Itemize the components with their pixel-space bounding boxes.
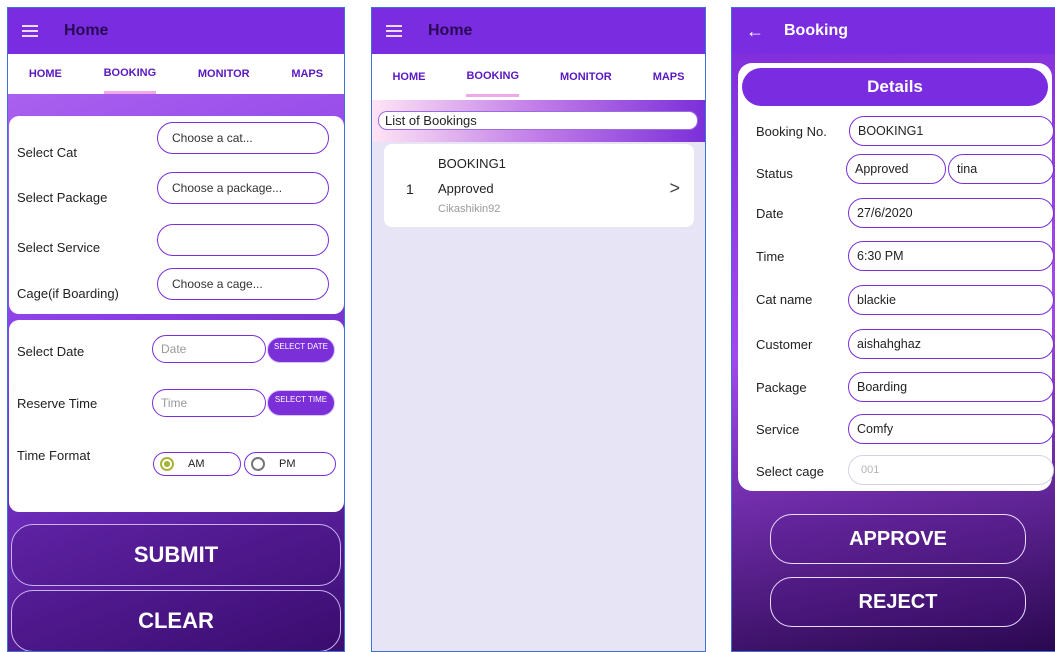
submit-button[interactable]: SUBMIT (11, 524, 341, 586)
radio-unselected-icon (251, 457, 265, 471)
app-bar-title: Home (428, 22, 473, 39)
cage-label: Cage(if Boarding) (17, 286, 119, 301)
approve-button[interactable]: APPROVE (770, 514, 1026, 564)
select-service-label: Select Service (17, 240, 101, 255)
tab-home[interactable]: HOME (392, 59, 425, 95)
time-input[interactable]: Time (152, 389, 266, 417)
reject-button[interactable]: REJECT (770, 577, 1026, 627)
time-field[interactable]: 6:30 PM (848, 241, 1054, 271)
status-field[interactable]: Approved (846, 154, 946, 184)
select-package-label: Select Package (17, 190, 108, 205)
select-date-button[interactable]: SELECT DATE (267, 337, 335, 363)
pm-label: PM (279, 458, 296, 470)
tab-maps[interactable]: MAPS (291, 56, 323, 92)
details-card: Details Booking No. BOOKING1 Status Appr… (738, 63, 1054, 491)
app-bar: Home (8, 8, 344, 54)
app-bar-title: Home (64, 22, 109, 39)
tab-maps[interactable]: MAPS (653, 59, 685, 95)
select-time-button[interactable]: SELECT TIME (267, 390, 335, 416)
cat-dropdown[interactable]: Choose a cat... (157, 122, 329, 154)
tab-booking[interactable]: BOOKING (466, 58, 520, 97)
chevron-right-icon: > (669, 178, 680, 198)
service-label: Service (756, 422, 800, 437)
booking-details-screen: ← Booking Details Booking No. BOOKING1 S… (731, 7, 1055, 652)
menu-icon[interactable] (22, 22, 38, 40)
booking-list-screen: Home HOME BOOKING MONITOR MAPS List of B… (371, 7, 706, 652)
am-label: AM (188, 458, 205, 470)
booking-index: 1 (406, 181, 414, 197)
customer-label: Customer (756, 337, 813, 352)
package-label: Package (756, 380, 807, 395)
details-title: Details (742, 68, 1048, 106)
tab-monitor[interactable]: MONITOR (198, 56, 250, 92)
booking-status: Approved (438, 181, 494, 196)
selection-card: Select Cat Choose a cat... Select Packag… (9, 116, 344, 314)
select-cage-label: Select cage (756, 464, 824, 479)
booking-no-label: Booking No. (756, 124, 827, 139)
list-item[interactable]: 1 BOOKING1 Approved Cikashikin92 > (384, 144, 694, 227)
reserve-time-label: Reserve Time (17, 396, 98, 411)
date-input[interactable]: Date (152, 335, 266, 363)
menu-icon[interactable] (386, 22, 402, 40)
clear-button[interactable]: CLEAR (11, 590, 341, 651)
package-field[interactable]: Boarding (848, 372, 1054, 402)
booking-number: BOOKING1 (438, 156, 506, 171)
list-header: List of Bookings (378, 111, 698, 130)
customer-field[interactable]: aishahghaz (848, 329, 1054, 359)
cat-name-label: Cat name (756, 292, 813, 307)
booking-form-screen: Home HOME BOOKING MONITOR MAPS Select Ca… (7, 7, 345, 652)
tab-bar: HOME BOOKING MONITOR MAPS (372, 54, 705, 100)
tab-monitor[interactable]: MONITOR (560, 59, 612, 95)
select-cat-label: Select Cat (17, 145, 77, 160)
time-format-label: Time Format (17, 448, 91, 463)
tab-bar: HOME BOOKING MONITOR MAPS (8, 54, 344, 94)
cat-name-field[interactable]: blackie (848, 285, 1054, 315)
package-dropdown[interactable]: Choose a package... (157, 172, 329, 204)
cage-dropdown[interactable]: Choose a cage... (157, 268, 329, 300)
staff-field[interactable]: tina (948, 154, 1054, 184)
radio-selected-icon (160, 457, 174, 471)
service-field[interactable]: Comfy (848, 414, 1054, 444)
time-label: Time (756, 249, 785, 264)
select-date-label: Select Date (17, 344, 85, 359)
date-field[interactable]: 27/6/2020 (848, 198, 1054, 228)
app-bar: ← Booking (732, 8, 1055, 54)
date-label: Date (756, 206, 784, 221)
tab-booking[interactable]: BOOKING (103, 55, 157, 94)
app-bar-title: Booking (784, 22, 848, 39)
app-bar: Home (372, 8, 705, 54)
service-dropdown[interactable] (157, 224, 329, 256)
tab-home[interactable]: HOME (29, 56, 62, 92)
schedule-card: Select Date Date SELECT DATE Reserve Tim… (9, 320, 344, 512)
am-radio[interactable]: AM (153, 452, 241, 476)
status-label: Status (756, 166, 793, 181)
back-arrow-icon[interactable]: ← (746, 21, 764, 42)
cage-input[interactable]: 001 (848, 455, 1054, 485)
booking-user: Cikashikin92 (438, 203, 501, 215)
booking-no-field[interactable]: BOOKING1 (849, 116, 1054, 146)
pm-radio[interactable]: PM (244, 452, 336, 476)
